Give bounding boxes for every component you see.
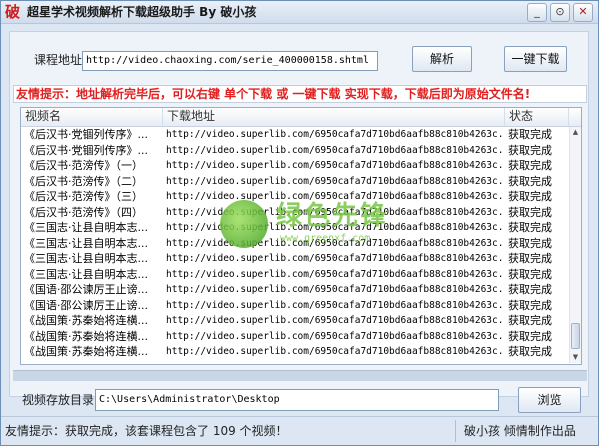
- row-url: http://video.superlib.com/6950cafa7d710b…: [166, 144, 504, 156]
- row-status: 获取完成: [508, 159, 552, 172]
- scroll-up-icon[interactable]: ▲: [570, 127, 581, 138]
- course-url-label: 课程地址: [34, 53, 83, 67]
- scroll-thumb[interactable]: [571, 323, 580, 349]
- save-dir-label: 视频存放目录: [22, 393, 95, 407]
- row-url: http://video.superlib.com/6950cafa7d710b…: [166, 129, 504, 140]
- row-url: http://video.superlib.com/6950cafa7d710b…: [166, 315, 504, 326]
- minimize-button[interactable]: _: [527, 3, 547, 22]
- row-name: 《国语·邵公谏厉王止谤...: [24, 283, 148, 296]
- table-row[interactable]: 《后汉书·党锢列传序》... http://video.superlib.com/…: [21, 143, 569, 159]
- status-bar: 友情提示：获取完成，该套课程包含了 109 个视频！ 破小孩 倾情制作出品: [1, 416, 598, 445]
- row-name: 《后汉书·党锢列传序》...: [24, 128, 148, 141]
- row-name: 《战国策·苏秦始将连横...: [24, 329, 148, 343]
- row-url: http://video.superlib.com/6950cafa7d710b…: [166, 175, 504, 187]
- browse-button[interactable]: 浏览: [518, 387, 581, 413]
- table-row[interactable]: 《国语·邵公谏厉王止谤... http://video.superlib.com/…: [21, 298, 569, 314]
- row-name: 《后汉书·范滂传》（四）: [24, 205, 143, 219]
- video-list[interactable]: 视频名 下载地址 状态 《后汉书·党锢列传序》... http://video.s…: [20, 107, 582, 365]
- row-status: 获取完成: [508, 314, 552, 327]
- row-name: 《后汉书·范滂传》（一）: [24, 159, 143, 172]
- row-status: 获取完成: [508, 174, 552, 188]
- watermark-url: www.greenxf.com: [280, 233, 371, 244]
- vertical-scrollbar[interactable]: ▲ ▼: [569, 127, 581, 363]
- scroll-down-icon[interactable]: ▼: [570, 352, 581, 363]
- settings-button[interactable]: ⊙: [550, 3, 570, 22]
- close-button[interactable]: ✕: [573, 3, 593, 22]
- watermark-logo: 绿色先锋 www.greenxf.com: [220, 198, 430, 252]
- row-name: 《后汉书·范滂传》（二）: [24, 174, 143, 188]
- row-name: 《国语·邵公谏厉王止谤...: [24, 298, 148, 312]
- row-name: 《后汉书·范滂传》（三）: [24, 190, 143, 203]
- row-name: 《后汉书·党锢列传序》...: [24, 143, 148, 157]
- parse-button[interactable]: 解析: [412, 46, 472, 72]
- row-status: 获取完成: [508, 345, 552, 358]
- table-row[interactable]: 《战国策·苏秦始将连横... http://video.superlib.com/…: [21, 344, 569, 360]
- table-row[interactable]: 《战国策·苏秦始将连横... http://video.superlib.com/…: [21, 329, 569, 345]
- table-row[interactable]: 《后汉书·范滂传》（一） http://video.superlib.com/69…: [21, 158, 569, 174]
- row-status: 获取完成: [508, 252, 552, 265]
- row-name: 《三国志·让县自明本志...: [24, 252, 148, 265]
- column-header-name[interactable]: 视频名: [21, 108, 163, 126]
- download-all-button[interactable]: 一键下载: [504, 46, 567, 72]
- table-row[interactable]: 《后汉书·范滂传》（二） http://video.superlib.com/69…: [21, 174, 569, 190]
- table-row[interactable]: 《三国志·让县自明本志... http://video.superlib.com/…: [21, 251, 569, 267]
- row-name: 《三国志·让县自明本志...: [24, 236, 148, 250]
- save-dir-input[interactable]: C:\Users\Administrator\Desktop: [95, 389, 499, 411]
- list-header: 视频名 下载地址 状态: [21, 108, 581, 127]
- row-status: 获取完成: [508, 221, 552, 234]
- table-row[interactable]: 《国语·邵公谏厉王止谤... http://video.superlib.com/…: [21, 282, 569, 298]
- horizontal-scrollbar[interactable]: [13, 370, 587, 381]
- row-status: 获取完成: [508, 283, 552, 296]
- row-url: http://video.superlib.com/6950cafa7d710b…: [166, 253, 504, 264]
- status-message: 友情提示：获取完成，该套课程包含了 109 个视频！: [5, 424, 288, 438]
- row-url: http://video.superlib.com/6950cafa7d710b…: [166, 284, 504, 295]
- row-status: 获取完成: [508, 298, 552, 312]
- row-status: 获取完成: [508, 190, 552, 203]
- notice-banner: 友情提示：地址解析完毕后，可以右键 单个下载 或 一键下载 实现下载，下载后即为…: [13, 85, 587, 103]
- row-status: 获取完成: [508, 128, 552, 141]
- row-status: 获取完成: [508, 329, 552, 343]
- table-row[interactable]: 《三国志·让县自明本志... http://video.superlib.com/…: [21, 267, 569, 283]
- row-name: 《三国志·让县自明本志...: [24, 221, 148, 234]
- course-url-input[interactable]: http://video.chaoxing.com/serie_40000015…: [82, 51, 378, 71]
- table-row[interactable]: 《后汉书·党锢列传序》... http://video.superlib.com/…: [21, 127, 569, 143]
- row-url: http://video.superlib.com/6950cafa7d710b…: [166, 268, 504, 280]
- row-name: 《三国志·让县自明本志...: [24, 267, 148, 281]
- row-status: 获取完成: [508, 267, 552, 281]
- watermark-text: 绿色先锋: [276, 201, 389, 231]
- row-url: http://video.superlib.com/6950cafa7d710b…: [166, 160, 504, 171]
- window-title: 超星学术视频解析下载超级助手 By 破小孩: [27, 5, 257, 19]
- row-name: 《战国策·苏秦始将连横...: [24, 314, 148, 327]
- title-bar[interactable]: 破 超星学术视频解析下载超级助手 By 破小孩 _ ⊙ ✕: [1, 1, 598, 24]
- table-row[interactable]: 《战国策·苏秦始将连横... http://video.superlib.com/…: [21, 313, 569, 329]
- watermark-globe-icon: [220, 200, 268, 248]
- column-header-url[interactable]: 下载地址: [163, 108, 505, 126]
- row-status: 获取完成: [508, 143, 552, 157]
- main-window: 破 超星学术视频解析下载超级助手 By 破小孩 _ ⊙ ✕ 课程地址 http:…: [0, 0, 599, 446]
- column-header-status[interactable]: 状态: [505, 108, 569, 126]
- row-url: http://video.superlib.com/6950cafa7d710b…: [166, 346, 504, 357]
- row-name: 《战国策·苏秦始将连横...: [24, 345, 148, 358]
- app-logo-icon: 破: [5, 3, 21, 21]
- row-url: http://video.superlib.com/6950cafa7d710b…: [166, 299, 504, 311]
- status-separator: [455, 420, 456, 442]
- row-status: 获取完成: [508, 205, 552, 219]
- row-status: 获取完成: [508, 236, 552, 250]
- row-url: http://video.superlib.com/6950cafa7d710b…: [166, 330, 504, 342]
- status-credit: 破小孩 倾情制作出品: [464, 424, 576, 438]
